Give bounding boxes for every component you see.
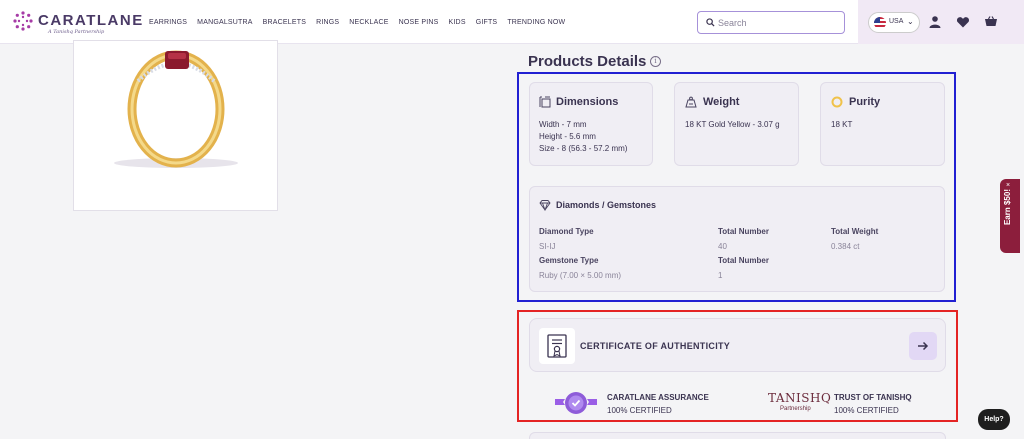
dimensions-card: Dimensions Width - 7 mm Height - 5.6 mm … [529,82,653,166]
purity-value: 18 KT [831,120,853,129]
user-icon[interactable] [928,15,942,29]
purity-card: Purity 18 KT [820,82,945,166]
next-section-card [529,432,946,439]
product-image[interactable] [73,40,278,211]
certificate-icon [547,334,567,358]
tanishq-logo: TANISHQ Partnership [768,391,832,417]
nav-item-earrings[interactable]: EARRINGS [149,19,187,26]
tanishq-trust-sub: 100% CERTIFIED [834,406,899,415]
certificate-label: CERTIFICATE OF AUTHENTICITY [580,341,731,351]
total-number-value: 40 [718,242,727,251]
logo-text: CARATLANE [38,12,144,29]
gemstone-type-value: Ruby (7.00 × 5.00 mm) [539,271,622,280]
cart-icon[interactable] [984,15,998,29]
tanishq-logo-text: TANISHQ [768,391,832,405]
weight-card: Weight 18 KT Gold Yellow - 3.07 g [674,82,799,166]
total-weight-label: Total Weight [831,227,879,236]
gemstones-heading: Diamonds / Gemstones [556,200,657,210]
weight-icon [685,96,697,108]
main-nav: EARRINGS MANGALSUTRA BRACELETS RINGS NEC… [149,19,565,26]
gemstone-type-label: Gemstone Type [539,256,599,265]
dimension-size: Size - 8 (56.3 - 57.2 mm) [539,144,628,153]
country-name: USA [889,18,904,25]
info-icon[interactable]: i [650,56,661,67]
us-flag-icon [874,17,886,29]
nav-item-bracelets[interactable]: BRACELETS [263,19,306,26]
diamond-type-label: Diamond Type [539,227,594,236]
earn-reward-tab[interactable]: × Earn $50! [1000,179,1020,253]
gem-total-number-label: Total Number [718,256,769,265]
nav-item-necklace[interactable]: NECKLACE [349,19,388,26]
top-header: CARATLANE A Tanishq Partnership EARRINGS… [0,0,1024,44]
gem-total-number-value: 1 [718,271,723,280]
diamond-icon [539,200,551,211]
caratlane-logo[interactable]: CARATLANE A Tanishq Partnership [12,10,142,36]
weight-value: 18 KT Gold Yellow - 3.07 g [685,120,780,129]
nav-item-rings[interactable]: RINGS [316,19,339,26]
ring-image-icon [114,50,238,168]
certificate-card[interactable]: CERTIFICATE OF AUTHENTICITY [529,318,946,372]
search-icon [706,18,715,27]
tanishq-logo-sub: Partnership [780,406,811,412]
country-selector[interactable]: USA ⌄ [868,12,920,33]
search-input[interactable]: Search [697,11,845,34]
caratlane-assurance-title: CARATLANE ASSURANCE [607,393,709,402]
diamond-type-value: SI-IJ [539,242,556,251]
certificate-arrow-button[interactable] [909,332,937,360]
tanishq-trust-title: TRUST OF TANISHQ [834,393,912,402]
caratlane-assurance-sub: 100% CERTIFIED [607,406,672,415]
dimensions-heading: Dimensions [556,96,619,108]
dimension-width: Width - 7 mm [539,120,587,129]
dimensions-icon [539,96,551,108]
nav-item-gifts[interactable]: GIFTS [476,19,498,26]
gemstones-card: Diamonds / Gemstones Diamond Type SI-IJ … [529,186,945,292]
header-actions: USA ⌄ [858,0,1024,44]
chevron-down-icon: ⌄ [907,17,914,26]
products-details-title: Products Details [528,53,647,70]
arrow-right-icon [918,341,929,351]
dimension-height: Height - 5.6 mm [539,132,596,141]
close-icon[interactable]: × [1006,182,1010,189]
search-placeholder: Search [718,18,747,28]
caratlane-assurance-badge-icon [555,392,597,414]
logo-dots-icon [13,11,33,31]
weight-heading: Weight [703,96,740,108]
purity-heading: Purity [849,96,881,108]
total-number-label: Total Number [718,227,769,236]
heart-icon[interactable] [956,15,970,29]
purity-icon [831,96,843,108]
logo-subtext: A Tanishq Partnership [48,29,105,35]
nav-item-kids[interactable]: KIDS [449,19,466,26]
certificate-icon-box [539,328,575,364]
nav-item-nose-pins[interactable]: NOSE PINS [399,19,439,26]
nav-item-trending-now[interactable]: TRENDING NOW [507,19,565,26]
total-weight-value: 0.384 ct [831,242,860,251]
help-button[interactable]: Help? [978,409,1010,430]
earn-reward-text: Earn $50! [1003,189,1012,226]
nav-item-mangalsutra[interactable]: MANGALSUTRA [197,19,253,26]
